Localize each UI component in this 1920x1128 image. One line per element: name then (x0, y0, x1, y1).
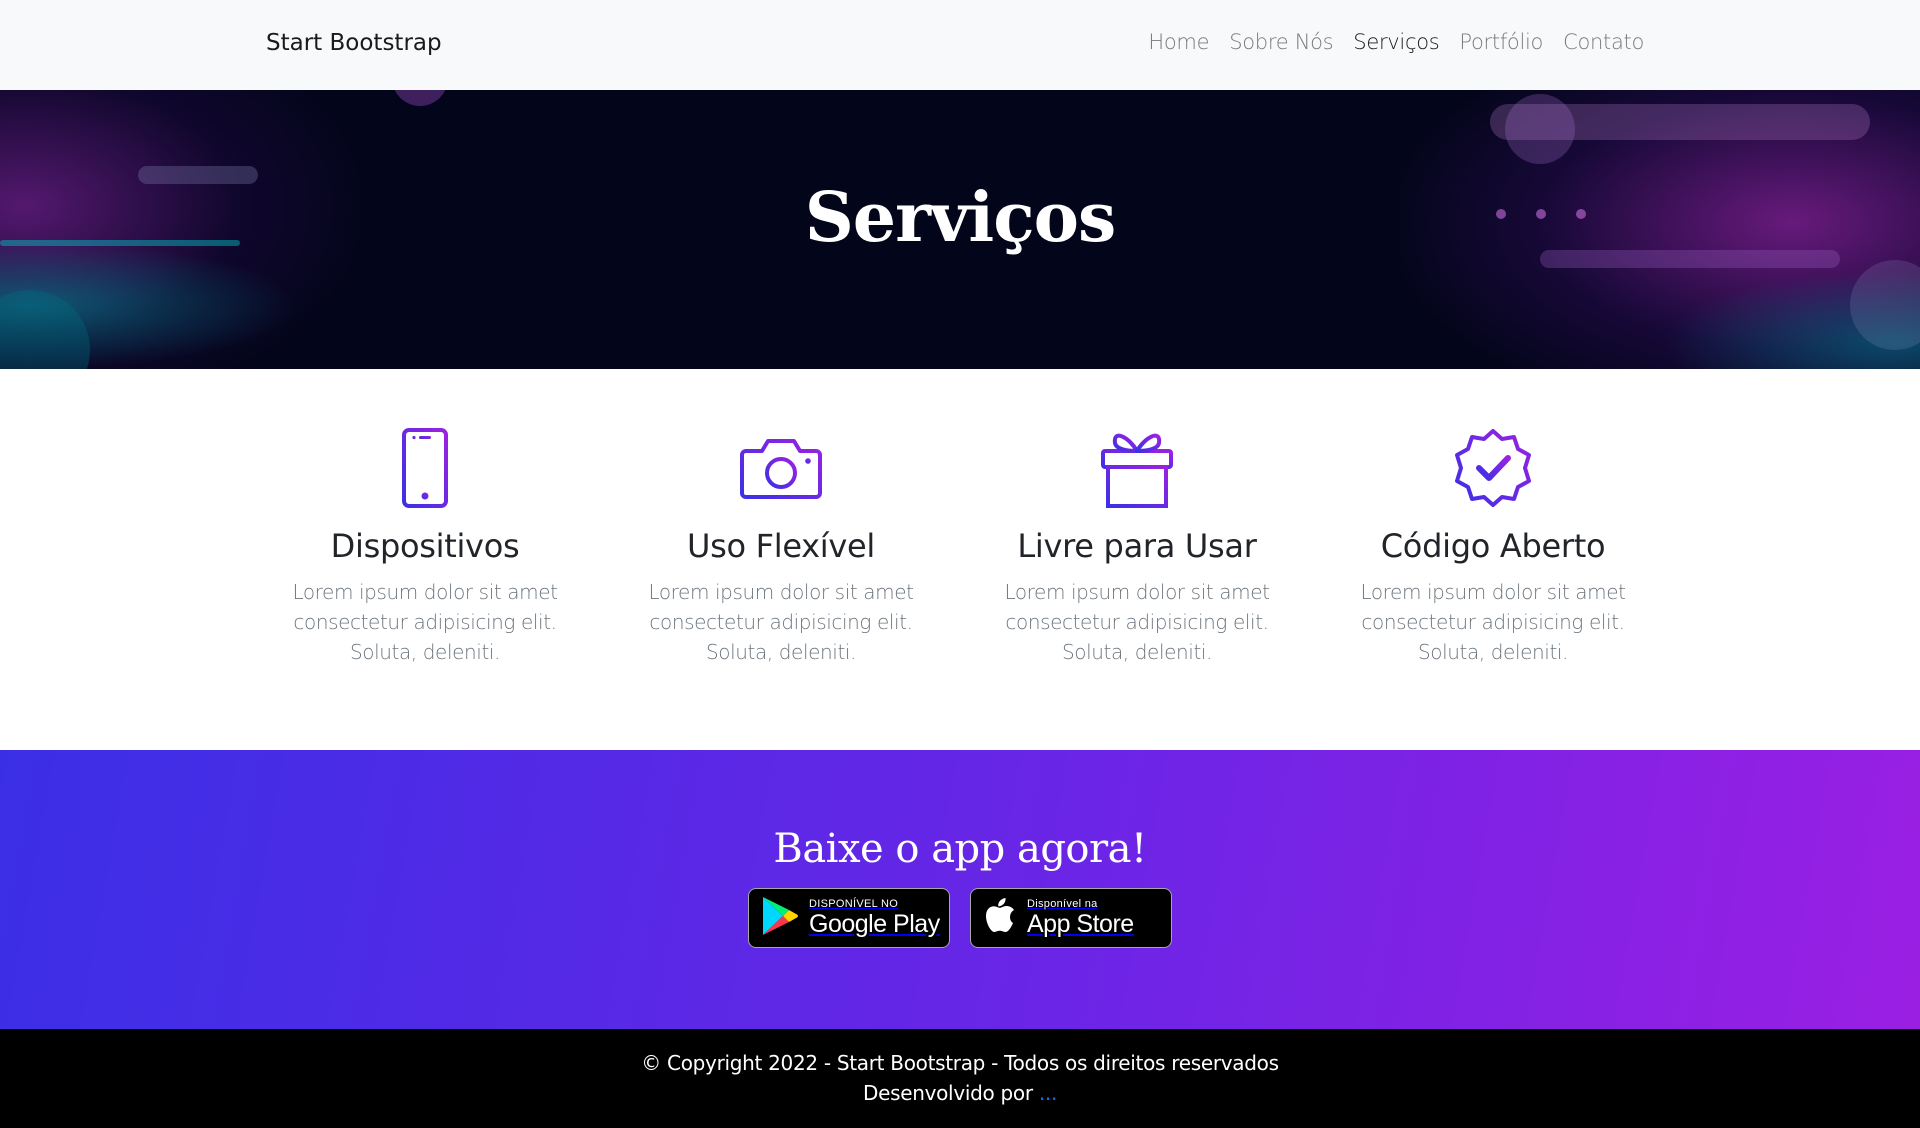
app-store-button[interactable]: Disponível na App Store (970, 888, 1172, 948)
page-title: Serviços (804, 178, 1117, 258)
gift-icon (987, 427, 1287, 509)
developed-by-label: Desenvolvido por (862, 1081, 1033, 1105)
footer: © Copyright 2022 - Start Bootstrap - Tod… (0, 1029, 1920, 1128)
service-description: Lorem ipsum dolor sit amet consectetur a… (1004, 580, 1270, 664)
services-section: Dispositivos Lorem ipsum dolor sit amet … (0, 369, 1920, 750)
smartphone-icon (275, 427, 575, 509)
developer-credit: Desenvolvido por ... (0, 1081, 1920, 1105)
copyright-text: © Copyright 2022 - Start Bootstrap - Tod… (641, 1051, 1279, 1075)
nav-item-sobre-nos: Sobre Nós (1229, 30, 1333, 54)
service-card-livre-para-usar: Livre para Usar Lorem ipsum dolor sit am… (987, 427, 1287, 667)
app-store-text: Disponível na App Store (1027, 898, 1134, 938)
service-title: Livre para Usar (1017, 527, 1257, 565)
nav-link-sobre-nos[interactable]: Sobre Nós (1229, 30, 1333, 54)
hero-banner: Serviços (0, 90, 1920, 369)
service-card-codigo-aberto: Código Aberto Lorem ipsum dolor sit amet… (1343, 427, 1643, 667)
nav-link-servicos[interactable]: Serviços (1353, 30, 1439, 54)
nav-menu: Home Sobre Nós Serviços Portfólio Contat… (1148, 30, 1644, 54)
service-card-dispositivos: Dispositivos Lorem ipsum dolor sit amet … (275, 427, 575, 667)
download-section: Baixe o app agora! DISPONÍVEL NO Google … (0, 750, 1920, 1029)
service-description: Lorem ipsum dolor sit amet consectetur a… (648, 580, 914, 664)
nav-link-contato[interactable]: Contato (1563, 30, 1644, 54)
developer-link[interactable]: ... (1039, 1081, 1057, 1105)
navbar: Start Bootstrap Home Sobre Nós Serviços … (0, 0, 1920, 90)
nav-link-home[interactable]: Home (1148, 30, 1209, 54)
verified-badge-icon (1343, 427, 1643, 509)
camera-icon (631, 427, 931, 509)
nav-item-home: Home (1148, 30, 1209, 54)
google-play-text: DISPONÍVEL NO Google Play (809, 898, 940, 938)
brand-link[interactable]: Start Bootstrap (266, 30, 442, 56)
service-title: Dispositivos (330, 527, 520, 565)
nav-link-portfolio[interactable]: Portfólio (1459, 30, 1543, 54)
download-title: Baixe o app agora! (773, 826, 1147, 872)
service-title: Código Aberto (1380, 527, 1606, 565)
app-store-small-label: Disponível na (1027, 898, 1098, 910)
google-play-button[interactable]: DISPONÍVEL NO Google Play (748, 888, 950, 948)
nav-item-contato: Contato (1563, 30, 1644, 54)
nav-item-servicos: Serviços (1353, 30, 1439, 54)
service-description: Lorem ipsum dolor sit amet consectetur a… (292, 580, 558, 664)
google-play-small-label: DISPONÍVEL NO (809, 898, 899, 910)
service-title: Uso Flexível (686, 527, 875, 565)
service-description: Lorem ipsum dolor sit amet consectetur a… (1360, 580, 1626, 664)
apple-icon (983, 896, 1017, 941)
google-play-big-label: Google Play (809, 910, 940, 938)
hero-decoration (392, 90, 448, 106)
hero-decoration (1505, 94, 1575, 164)
google-play-icon (761, 895, 799, 942)
service-card-uso-flexivel: Uso Flexível Lorem ipsum dolor sit amet … (631, 427, 931, 667)
app-store-big-label: App Store (1027, 910, 1134, 938)
nav-item-portfolio: Portfólio (1459, 30, 1543, 54)
